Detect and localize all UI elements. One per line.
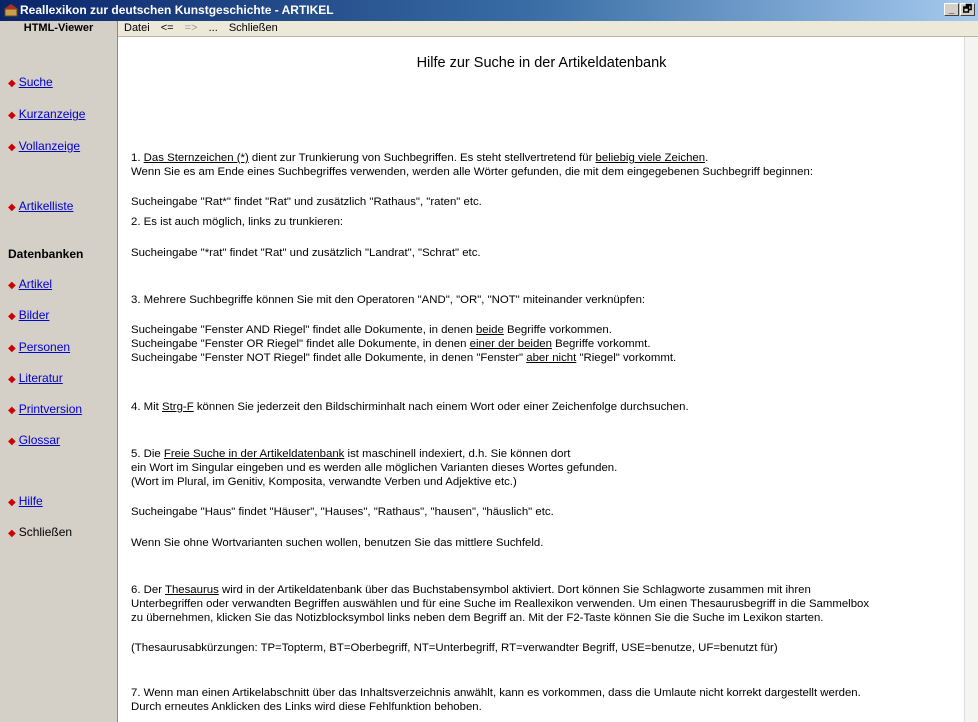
section-6-line-2: Unterbegriffen oder verwandten Begriffen…	[131, 598, 870, 610]
section-2-line-1: 2. Es ist auch möglich, links zu trunkie…	[131, 216, 344, 228]
sidebar-item-artikelliste[interactable]: ◆ Artikelliste	[8, 199, 73, 213]
app-icon	[4, 4, 18, 17]
diamond-bullet-icon: ◆	[8, 142, 16, 153]
menu-close[interactable]: Schließen	[229, 22, 278, 34]
help-content: Hilfe zur Suche in der Artikeldatenbank …	[119, 37, 964, 722]
sidebar-item-suche[interactable]: ◆ Suche	[8, 75, 53, 89]
section-1-example: Sucheingabe "Rat*" findet "Rat" und zusä…	[131, 196, 482, 208]
sidebar-item-kurzanzeige[interactable]: ◆ Kurzanzeige	[8, 107, 85, 121]
menu-bar: HTML-Viewer Datei <= => ... Schließen	[0, 21, 978, 37]
section-2-example: Sucheingabe "*rat" findet "Rat" und zusä…	[131, 247, 481, 259]
menu-more[interactable]: ...	[209, 22, 218, 34]
sidebar-item-vollanzeige[interactable]: ◆ Vollanzeige	[8, 139, 80, 153]
sidebar-item-hilfe[interactable]: ◆ Hilfe	[8, 494, 43, 508]
sidebar: ◆ Suche ◆ Kurzanzeige ◆ Vollanzeige ◆ Artike…	[0, 37, 118, 722]
title-bar: Reallexikon zur deutschen Kunstgeschicht…	[0, 0, 978, 21]
menu-back[interactable]: <=	[161, 22, 174, 34]
html-viewer-tab[interactable]: HTML-Viewer	[0, 21, 118, 37]
menu: Datei <= => ... Schließen	[124, 21, 286, 37]
sidebar-item-schliessen[interactable]: ◆ Schließen	[8, 525, 72, 539]
sidebar-item-artikel[interactable]: ◆ Artikel	[8, 277, 52, 291]
section-6-abbreviations: (Thesaurusabkürzungen: TP=Topterm, BT=Ob…	[131, 642, 778, 654]
restore-button[interactable]: 🗗	[960, 3, 975, 16]
section-4: 4. Mit Strg-F können Sie jederzeit den B…	[131, 401, 689, 413]
beide-term: beide	[475, 324, 504, 336]
datenbanken-heading: Datenbanken	[8, 247, 84, 261]
sternzeichen-term: Das Sternzeichen (*)	[143, 152, 249, 164]
diamond-bullet-icon: ◆	[8, 374, 16, 385]
section-5-note: Wenn Sie ohne Wortvarianten suchen wolle…	[131, 537, 544, 549]
diamond-bullet-icon: ◆	[8, 528, 16, 539]
diamond-bullet-icon: ◆	[8, 280, 16, 291]
diamond-bullet-icon: ◆	[8, 202, 16, 213]
section-3-not: Sucheingabe "Fenster NOT Riegel" findet …	[131, 352, 677, 364]
sidebar-item-printversion[interactable]: ◆ Printversion	[8, 402, 82, 416]
sidebar-item-literatur[interactable]: ◆ Literatur	[8, 371, 63, 385]
menu-forward[interactable]: =>	[185, 22, 198, 34]
page-title: Hilfe zur Suche in der Artikeldatenbank	[416, 55, 667, 71]
einer-der-beiden-term: einer der beiden	[469, 338, 552, 350]
section-6-line-3: zu übernehmen, klicken Sie das Notizbloc…	[131, 612, 824, 624]
section-1-line-1: 1. Das Sternzeichen (*) dient zur Trunki…	[131, 152, 709, 164]
section-7-line-2: Durch erneutes Anklicken des Links wird …	[131, 701, 482, 713]
window-title: Reallexikon zur deutschen Kunstgeschicht…	[20, 3, 334, 17]
diamond-bullet-icon: ◆	[8, 343, 16, 354]
strg-f-term: Strg-F	[162, 401, 194, 413]
menu-datei[interactable]: Datei	[124, 22, 150, 34]
section-5-line-1: 5. Die Freie Suche in der Artikeldatenba…	[131, 448, 571, 460]
diamond-bullet-icon: ◆	[8, 497, 16, 508]
section-5-line-2: ein Wort im Singular eingeben und es wer…	[131, 462, 618, 474]
section-5-line-3: (Wort im Plural, im Genitiv, Komposita, …	[131, 476, 517, 488]
beliebig-viele-zeichen-term: beliebig viele Zeichen	[595, 152, 706, 164]
minimize-button[interactable]: _	[944, 3, 959, 16]
sidebar-item-glossar[interactable]: ◆ Glossar	[8, 433, 60, 447]
diamond-bullet-icon: ◆	[8, 311, 16, 322]
section-1-line-2: Wenn Sie es am Ende eines Suchbegriffes …	[131, 166, 813, 178]
vertical-scrollbar[interactable]	[964, 37, 978, 722]
diamond-bullet-icon: ◆	[8, 110, 16, 121]
section-7-line-1: 7. Wenn man einen Artikelabschnitt über …	[131, 687, 861, 699]
diamond-bullet-icon: ◆	[8, 436, 16, 447]
section-3-or: Sucheingabe "Fenster OR Riegel" findet a…	[131, 338, 651, 350]
thesaurus-term: Thesaurus	[164, 584, 219, 596]
section-5-example: Sucheingabe "Haus" findet "Häuser", "Hau…	[131, 506, 554, 518]
section-3-and: Sucheingabe "Fenster AND Riegel" findet …	[131, 324, 612, 336]
diamond-bullet-icon: ◆	[8, 405, 16, 416]
section-3-line-1: 3. Mehrere Suchbegriffe können Sie mit d…	[131, 294, 646, 306]
aber-nicht-term: aber nicht	[526, 352, 577, 364]
sidebar-item-personen[interactable]: ◆ Personen	[8, 340, 70, 354]
diamond-bullet-icon: ◆	[8, 78, 16, 89]
sidebar-item-bilder[interactable]: ◆ Bilder	[8, 308, 49, 322]
freie-suche-term: Freie Suche in der Artikeldatenbank	[163, 448, 345, 460]
section-6-line-1: 6. Der Thesaurus wird in der Artikeldate…	[131, 584, 811, 596]
